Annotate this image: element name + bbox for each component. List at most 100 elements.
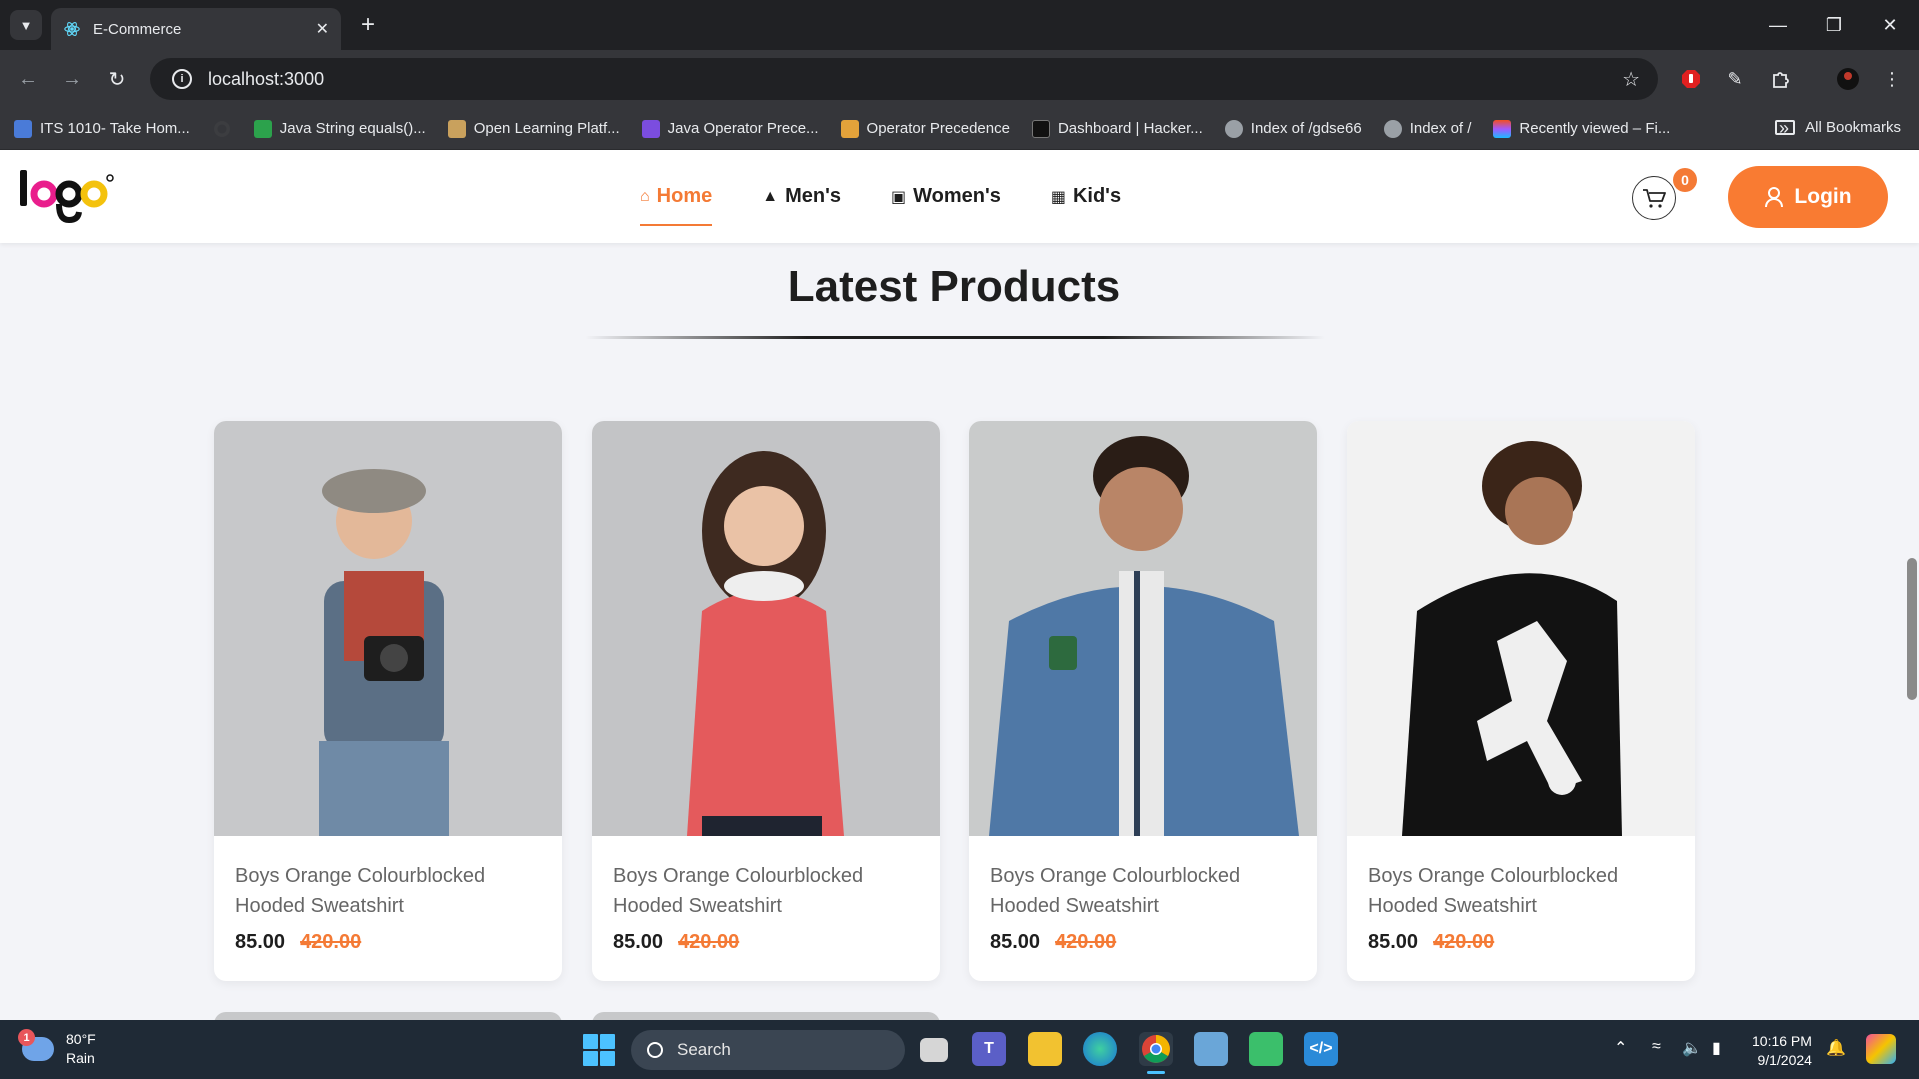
badge-icon: ▦: [1050, 188, 1066, 206]
product-card[interactable]: Boys Orange Colourblocked Hooded Sweatsh…: [969, 421, 1317, 981]
product-price: 85.00: [1368, 931, 1419, 953]
bookmark-favicon: [14, 119, 32, 138]
product-image[interactable]: [592, 421, 940, 836]
product-old-price: 420.00: [1433, 931, 1495, 953]
bookmark-item[interactable]: ITS 1010- Take Hom...: [14, 119, 190, 138]
profile-avatar[interactable]: [1834, 65, 1862, 93]
battery-icon[interactable]: ▮: [1712, 1038, 1721, 1058]
cart-count-badge: 0: [1673, 168, 1697, 192]
chrome-icon[interactable]: [1139, 1032, 1173, 1074]
section-title: Latest Products: [787, 262, 1121, 311]
tab-search-button[interactable]: ▼: [10, 10, 42, 40]
product-image[interactable]: [214, 421, 562, 836]
logo[interactable]: [18, 164, 133, 228]
all-bookmarks-button[interactable]: All Bookmarks: [1775, 119, 1901, 136]
bookmark-item[interactable]: Java String equals()...: [253, 119, 426, 138]
bookmark-item-github[interactable]: [212, 119, 232, 139]
bookmark-item[interactable]: Recently viewed – Fi...: [1493, 119, 1670, 138]
vscode-icon[interactable]: </>: [1304, 1032, 1338, 1066]
reload-button[interactable]: ↻: [102, 64, 132, 94]
product-name[interactable]: Boys Orange Colourblocked Hooded Sweatsh…: [990, 861, 1290, 921]
volume-icon[interactable]: 🔈: [1682, 1038, 1702, 1058]
bag-icon: ▣: [890, 188, 907, 206]
extension-eyedropper-icon[interactable]: ✎: [1721, 65, 1749, 93]
cart-button[interactable]: [1632, 176, 1676, 220]
system-clock[interactable]: 10:16 PM 9/1/2024: [1752, 1032, 1812, 1070]
login-button[interactable]: Login: [1728, 166, 1888, 228]
file-explorer-icon[interactable]: [1028, 1032, 1062, 1066]
main-nav: ⌂ Home ▲ Men's ▣ Women's ▦ Kid's: [640, 150, 1171, 243]
product-card[interactable]: Boys Orange Colourblocked Hooded Sweatsh…: [1347, 421, 1695, 981]
app-icon[interactable]: [1249, 1032, 1283, 1066]
bookmark-item[interactable]: Open Learning Platf...: [447, 119, 620, 138]
nav-mens[interactable]: ▲ Men's: [762, 150, 841, 243]
site-info-icon[interactable]: i: [172, 69, 192, 89]
product-prices: 85.00 420.00: [613, 931, 739, 954]
product-card-partial[interactable]: [592, 1012, 940, 1020]
bookmark-star-icon[interactable]: ☆: [1622, 67, 1640, 92]
tab-close-icon[interactable]: ✕: [316, 19, 329, 39]
folder-icon: [1775, 120, 1796, 135]
product-old-price: 420.00: [678, 931, 740, 953]
bookmark-item[interactable]: Operator Precedence: [840, 119, 1010, 138]
new-tab-button[interactable]: +: [353, 10, 383, 40]
site-header: ⌂ Home ▲ Men's ▣ Women's ▦ Kid's 0 Login: [0, 150, 1919, 243]
forward-button[interactable]: →: [57, 64, 87, 94]
page-viewport: ⌂ Home ▲ Men's ▣ Women's ▦ Kid's 0 Login…: [0, 150, 1919, 1020]
bookmark-favicon: [840, 119, 859, 138]
product-prices: 85.00 420.00: [1368, 931, 1494, 954]
weather-temp: 80°F: [66, 1031, 96, 1047]
browser-tab[interactable]: E-Commerce ✕: [51, 8, 341, 50]
product-name[interactable]: Boys Orange Colourblocked Hooded Sweatsh…: [235, 861, 535, 921]
nav-home[interactable]: ⌂ Home: [640, 150, 713, 243]
product-prices: 85.00 420.00: [235, 931, 361, 954]
figma-icon: [1493, 119, 1512, 138]
address-bar[interactable]: i localhost:3000 ☆: [150, 58, 1658, 100]
clock-time: 10:16 PM: [1752, 1033, 1812, 1049]
cart-icon: [1643, 189, 1666, 208]
photos-icon[interactable]: [1194, 1032, 1228, 1066]
restore-button[interactable]: ❐: [1806, 0, 1862, 50]
product-price: 85.00: [990, 931, 1041, 953]
edge-icon[interactable]: [1083, 1032, 1117, 1066]
product-name[interactable]: Boys Orange Colourblocked Hooded Sweatsh…: [613, 861, 913, 921]
notification-bell-icon[interactable]: 🔔: [1826, 1038, 1846, 1058]
extension-adblock-icon[interactable]: [1677, 65, 1705, 93]
bookmark-favicon: [447, 119, 466, 138]
nav-womens[interactable]: ▣ Women's: [891, 150, 1001, 243]
product-image[interactable]: [969, 421, 1317, 836]
weather-badge: 1: [18, 1029, 35, 1046]
shapes-icon: ▲: [762, 187, 779, 205]
product-card-partial[interactable]: [214, 1012, 562, 1020]
bookmark-favicon: [641, 119, 660, 138]
url-text: localhost:3000: [208, 68, 325, 89]
wifi-icon[interactable]: ≈: [1652, 1038, 1661, 1056]
product-card[interactable]: Boys Orange Colourblocked Hooded Sweatsh…: [214, 421, 562, 981]
product-price: 85.00: [613, 931, 664, 953]
bookmark-item[interactable]: Dashboard | Hacker...: [1031, 119, 1203, 138]
nav-kids[interactable]: ▦ Kid's: [1051, 150, 1121, 243]
page-scrollbar[interactable]: [1907, 558, 1917, 700]
bookmark-item[interactable]: Java Operator Prece...: [641, 119, 819, 138]
taskbar-search[interactable]: Search: [631, 1030, 905, 1070]
bookmark-favicon: [253, 119, 272, 138]
windows-taskbar: 1 80°F Rain Search T </> ⌃ ≈ 🔈 ▮ 10:16 P…: [0, 1020, 1919, 1079]
weather-widget[interactable]: 1 80°F Rain: [18, 1029, 96, 1068]
show-hidden-icons[interactable]: ⌃: [1614, 1038, 1627, 1058]
copilot-icon[interactable]: [1866, 1034, 1896, 1064]
start-button[interactable]: [583, 1034, 615, 1066]
weather-desc: Rain: [66, 1050, 95, 1066]
product-name[interactable]: Boys Orange Colourblocked Hooded Sweatsh…: [1368, 861, 1668, 921]
back-button[interactable]: ←: [13, 64, 43, 94]
browser-menu-icon[interactable]: ⋮: [1878, 65, 1906, 93]
minimize-button[interactable]: —: [1750, 0, 1806, 50]
product-image[interactable]: [1347, 421, 1695, 836]
bookmark-item[interactable]: Index of /gdse66: [1224, 119, 1362, 138]
extensions-puzzle-icon[interactable]: [1767, 65, 1795, 93]
close-window-button[interactable]: ✕: [1862, 0, 1918, 50]
rain-cloud-icon: 1: [18, 1029, 54, 1061]
teams-icon[interactable]: T: [972, 1032, 1006, 1066]
bookmark-item[interactable]: Index of /: [1383, 119, 1471, 138]
product-card[interactable]: Boys Orange Colourblocked Hooded Sweatsh…: [592, 421, 940, 981]
task-view-icon[interactable]: [920, 1038, 948, 1062]
